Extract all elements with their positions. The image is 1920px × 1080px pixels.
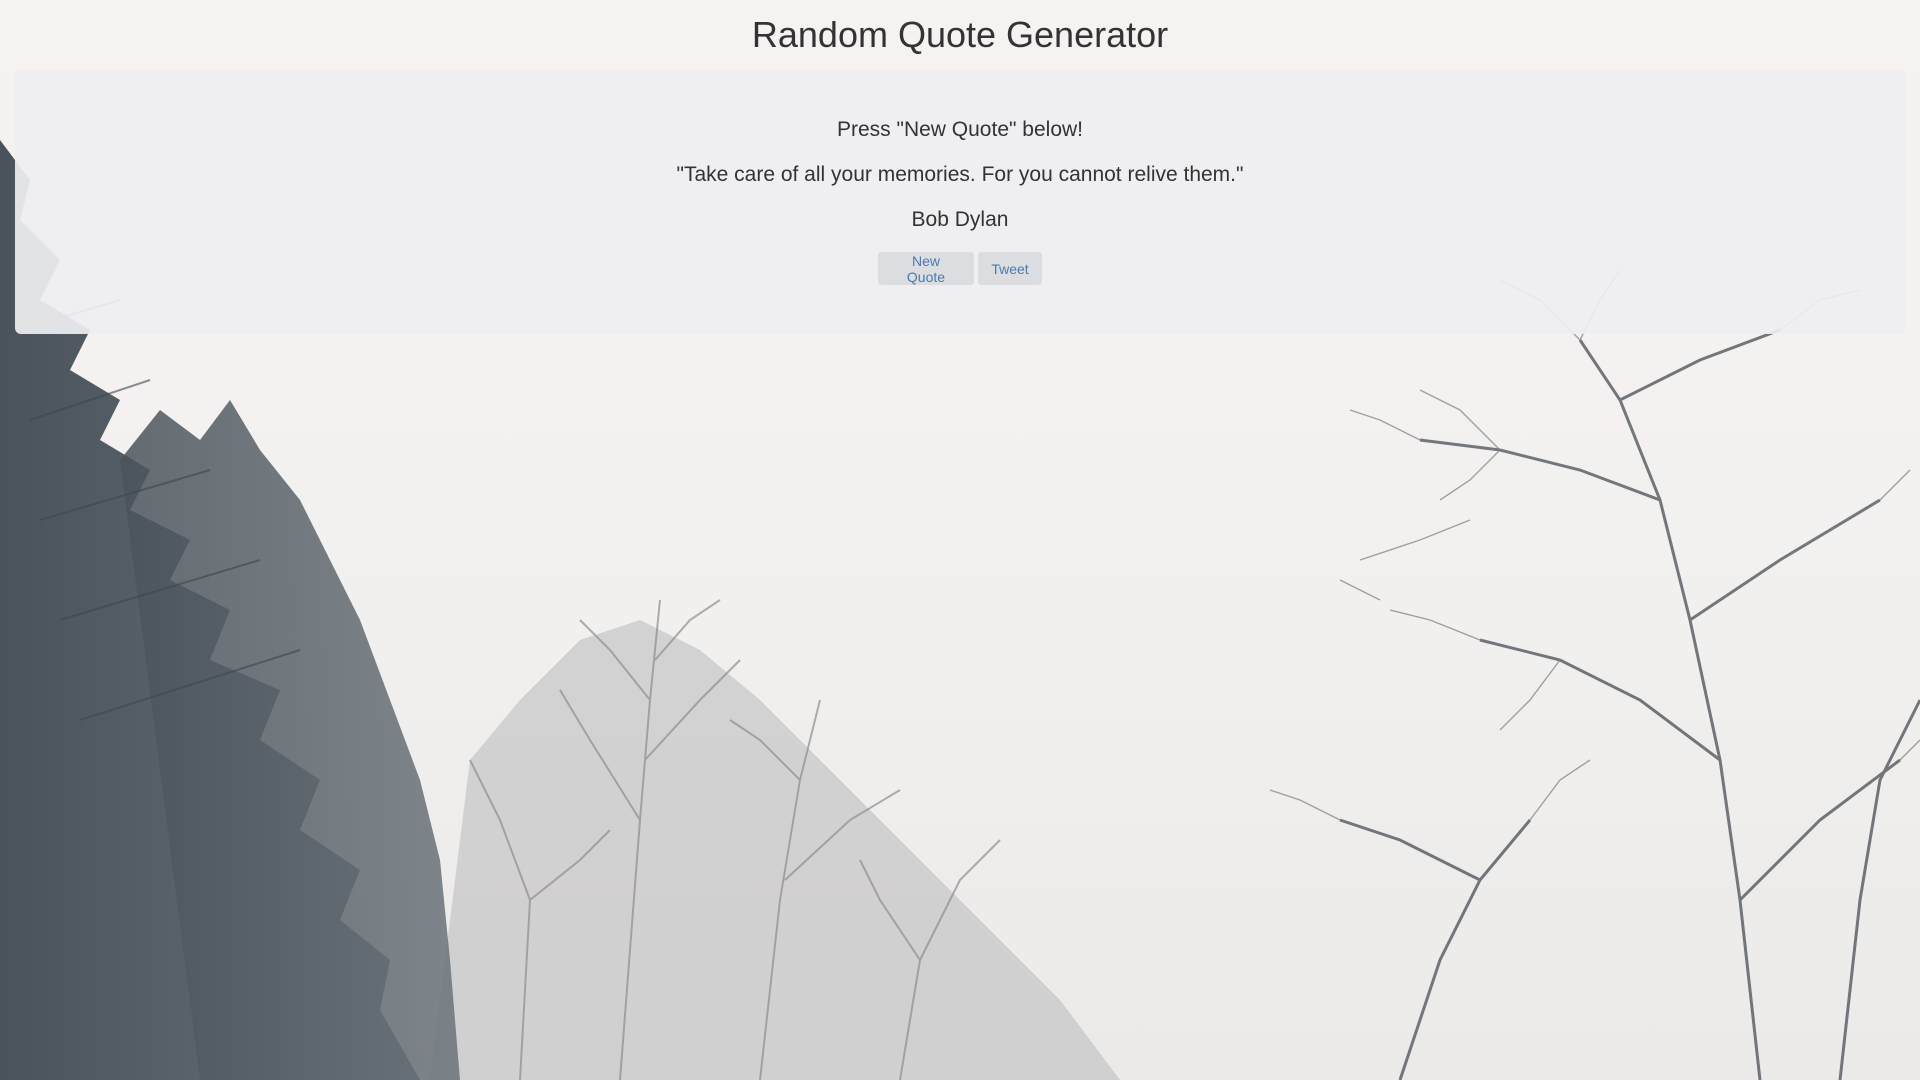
quote-author: Bob Dylan: [911, 208, 1009, 231]
tweet-button[interactable]: Tweet: [978, 252, 1042, 285]
quote-text: "Take care of all your memories. For you…: [676, 163, 1244, 186]
new-quote-button[interactable]: New Quote: [878, 252, 974, 285]
button-row: New Quote Tweet: [15, 252, 1905, 285]
page-title: Random Quote Generator: [751, 14, 1169, 55]
quote-box: Press "New Quote" below! "Take care of a…: [15, 70, 1905, 334]
prompt-text: Press "New Quote" below!: [836, 118, 1083, 141]
